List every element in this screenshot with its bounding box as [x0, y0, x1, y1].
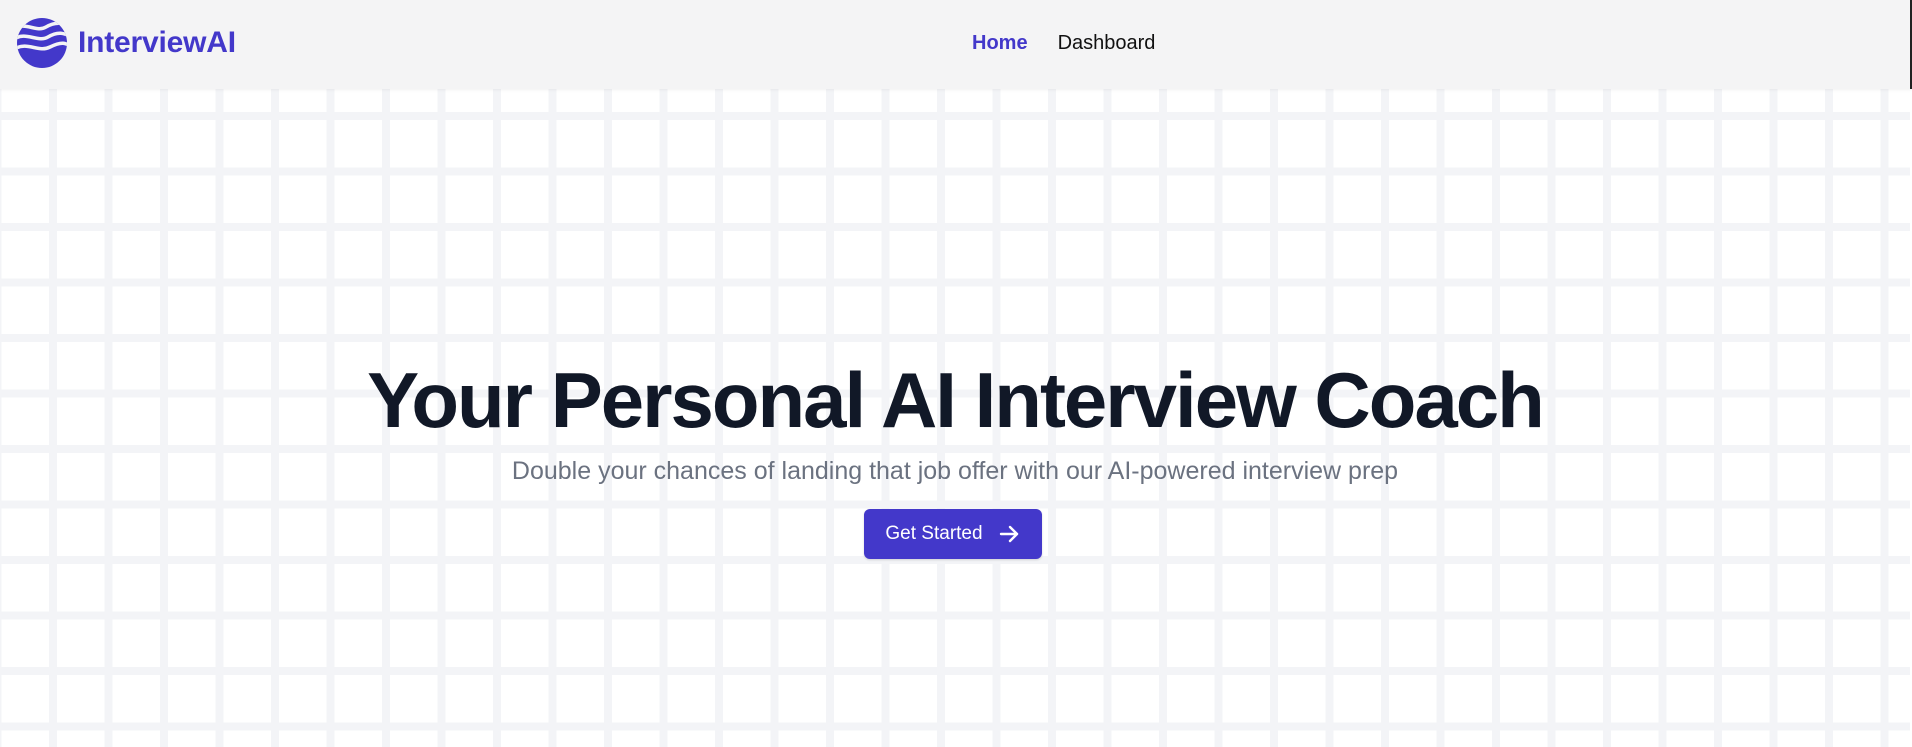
hero-title: Your Personal AI Interview Coach: [367, 356, 1545, 444]
wave-logo-icon: [17, 18, 67, 68]
app-window: InterviewAI Home Dashboard Your Personal…: [0, 0, 1912, 747]
get-started-label: Get Started: [885, 523, 983, 544]
get-started-button[interactable]: Get Started: [864, 509, 1042, 559]
brand-name: InterviewAI: [78, 26, 236, 59]
nav-item-home[interactable]: Home: [972, 30, 1028, 56]
nav-item-dashboard[interactable]: Dashboard: [1058, 30, 1156, 56]
hero-section: Your Personal AI Interview Coach Double …: [0, 89, 1910, 747]
main-nav: Home Dashboard: [972, 30, 1155, 56]
navbar: InterviewAI Home Dashboard: [0, 0, 1912, 89]
brand-logo[interactable]: InterviewAI: [16, 17, 236, 69]
hero-subtitle: Double your chances of landing that job …: [511, 457, 1399, 485]
arrow-right-icon: [999, 525, 1018, 543]
